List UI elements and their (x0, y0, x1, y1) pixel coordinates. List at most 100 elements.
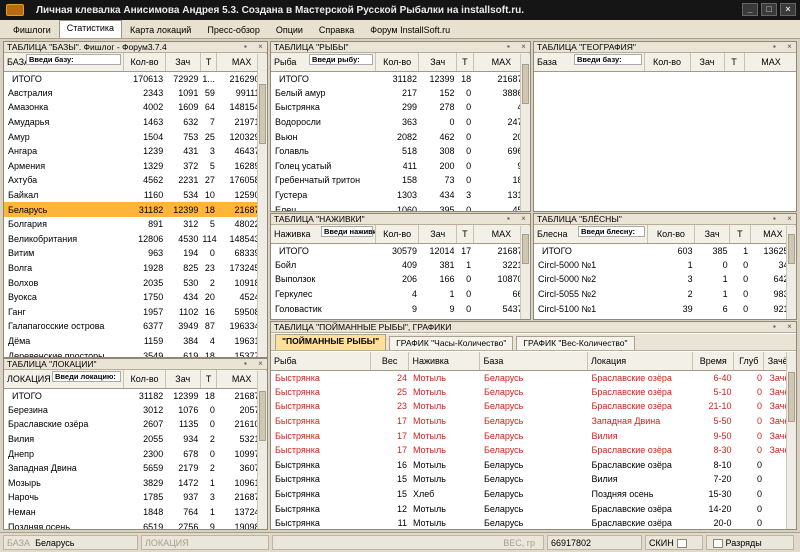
scrollbar[interactable] (257, 54, 267, 357)
col-header[interactable]: Кол-во (123, 370, 166, 389)
table-row[interactable]: Мозырь 3829 1472 1 109612 (4, 476, 267, 491)
table-row[interactable]: Западная Двина 5659 2179 2 36075 (4, 461, 267, 476)
table-row[interactable]: Деревенские просторы 3549 619 18 153776 (4, 348, 267, 357)
table-row[interactable]: Быстрянка 23 Мотыль Беларусь Браславские озё… (271, 399, 796, 414)
table-row[interactable]: Быстрянка 17 Мотыль Беларусь Западная Двина 5… (271, 414, 796, 429)
table-row[interactable]: Быстрянка299278042 (271, 100, 530, 115)
total-row[interactable]: ИТОГО 30579 12014 17 216871 (271, 243, 530, 258)
col-header[interactable]: Кол-во (375, 53, 420, 72)
table-row[interactable]: Быстрянка 11 Мотыль Беларусь Браславские озё… (271, 516, 796, 529)
table-row[interactable]: Березина 3012 1076 0 20575 (4, 403, 267, 418)
pin-icon[interactable]: ▪ (773, 214, 782, 223)
table-row[interactable]: Circl-5055 №2 2 1 0 9839 (534, 287, 796, 302)
col-header[interactable]: Рыба Введи рыбу: (271, 53, 376, 72)
table-row[interactable]: Circl-5100 №1 39 6 0 9210 (534, 301, 796, 316)
table-row[interactable]: Быстрянка 15 Хлеб Беларусь Поздняя осень 15-3… (271, 487, 796, 502)
col-header[interactable]: Т (456, 53, 474, 72)
tab-hours-chart[interactable]: ГРАФИК "Часы-Количество" (389, 336, 514, 350)
col-header[interactable]: Зач (165, 53, 201, 72)
minimize-button[interactable]: _ (742, 3, 758, 16)
col-header[interactable]: Кол-во (644, 53, 691, 72)
tab-weight-chart[interactable]: ГРАФИК "Вес-Количество" (516, 336, 635, 350)
close-icon[interactable]: × (785, 42, 794, 51)
table-row[interactable]: Галапагосские острова 6377 3949 87 1963344 (4, 319, 267, 334)
total-row[interactable]: ИТОГО 603 385 1 136253 (534, 243, 796, 258)
col-header[interactable]: Время (692, 352, 735, 371)
col-header[interactable]: MAX (744, 53, 796, 72)
scroll-thumb[interactable] (259, 391, 266, 441)
col-header[interactable]: Вес (370, 352, 410, 371)
table-row[interactable]: Поздняя осень 6519 2756 9 190986 (4, 519, 267, 529)
table-row[interactable]: Быстрянка 24 Мотыль Беларусь Браславские озё… (271, 370, 796, 385)
status-skin[interactable]: СКИН (645, 535, 703, 550)
tab-fishlogs[interactable]: Фишлоги (5, 22, 59, 38)
table-row[interactable]: Густера 1303 434 3 1310 (271, 188, 530, 203)
table-row[interactable]: Circl-5000 №2 3 1 0 6425 (534, 272, 796, 287)
col-header[interactable]: Кол-во (123, 53, 166, 72)
total-row[interactable]: ИТОГО 31182 12399 18 216871 (4, 388, 267, 403)
scroll-thumb[interactable] (788, 234, 795, 264)
table-row[interactable]: Быстрянка 17 Мотыль Беларусь Браславские озё… (271, 443, 796, 458)
col-header[interactable]: Зач (418, 225, 457, 244)
table-row[interactable]: Голец усатый411200098 (271, 159, 530, 174)
maximize-button[interactable]: □ (761, 3, 777, 16)
col-header[interactable]: Кол-во (647, 225, 696, 244)
col-header[interactable]: Наживка (408, 352, 481, 371)
col-header[interactable]: Зач (165, 370, 201, 389)
scroll-thumb[interactable] (522, 234, 529, 264)
pin-icon[interactable]: ▪ (773, 322, 782, 331)
scroll-thumb[interactable] (259, 84, 266, 144)
tab-press-review[interactable]: Пресс-обзор (199, 22, 267, 38)
col-header[interactable]: Т (456, 225, 474, 244)
table-row[interactable]: Circl-5000 №1100345 (534, 258, 796, 273)
locations-filter-input[interactable]: Введи локацию: (52, 371, 122, 382)
table-row[interactable]: Выползок 206 166 0 108705 (271, 272, 530, 287)
status-digits[interactable]: Разряды (706, 535, 794, 550)
table-row[interactable]: Ганг 1957 1102 16 595089 (4, 305, 267, 320)
table-row[interactable]: Вьюн20824620207 (271, 129, 530, 144)
close-icon[interactable]: × (519, 42, 528, 51)
table-row[interactable]: Нарочь 1785 937 3 216871 (4, 490, 267, 505)
close-icon[interactable]: × (519, 214, 528, 223)
close-icon[interactable]: × (785, 322, 794, 331)
tab-caught-fish[interactable]: "ПОЙМАННЫЕ РЫБЫ" (275, 334, 387, 350)
table-row[interactable]: Вилия 2055 934 2 53214 (4, 432, 267, 447)
table-row[interactable]: Быстрянка 17 Мотыль Беларусь Вилия 9-50 0 Зачёт (271, 428, 796, 443)
close-icon[interactable]: × (785, 214, 794, 223)
table-row[interactable]: Армения 1329 372 5 162891 (4, 159, 267, 174)
table-row[interactable]: Головастик 9 9 0 54370 (271, 301, 530, 316)
table-row[interactable]: Волхов 2035 530 2 109189 (4, 275, 267, 290)
table-row[interactable]: Неман 1848 764 1 137241 (4, 505, 267, 520)
table-row[interactable]: Бойл 409 381 1 32214 (271, 258, 530, 273)
col-header[interactable]: Зач (690, 53, 725, 72)
close-button[interactable]: × (780, 3, 796, 16)
table-row[interactable]: Браславские озёра 2607 1135 0 216108 (4, 417, 267, 432)
pin-icon[interactable]: ▪ (507, 42, 516, 51)
total-row[interactable]: ИТОГО 31182 12399 18 216871 (271, 71, 530, 86)
baits-filter-input[interactable]: Введи наживку: (321, 226, 374, 237)
close-icon[interactable]: × (256, 42, 265, 51)
pin-icon[interactable]: ▪ (773, 42, 782, 51)
col-header[interactable]: Т (729, 225, 751, 244)
table-row[interactable]: Великобритания 12806 4530 114 1485434 (4, 232, 267, 247)
scrollbar[interactable] (786, 352, 796, 529)
table-row[interactable]: Амазонка 4002 1609 64 1481543 (4, 100, 267, 115)
pin-icon[interactable]: ▪ (244, 359, 253, 368)
col-header[interactable]: Глуб (733, 352, 765, 371)
pin-icon[interactable]: ▪ (507, 214, 516, 223)
scrollbar[interactable] (786, 226, 796, 319)
table-row[interactable]: Елец10603950451 (271, 202, 530, 211)
table-row[interactable]: Геркулес410666 (271, 287, 530, 302)
fish-filter-input[interactable]: Введи рыбу: (309, 54, 373, 65)
geography-filter-input[interactable]: Введи базу: (574, 54, 642, 65)
col-header[interactable]: Блесна Введи блесну: (534, 225, 648, 244)
col-header[interactable]: База (479, 352, 588, 371)
table-row[interactable]: Гребенчатый тритон158730185 (271, 173, 530, 188)
scrollbar[interactable] (520, 54, 530, 211)
table-row[interactable]: Беларусь 31182 12399 18 216871 (4, 202, 267, 217)
table-row[interactable]: Днепр 2300 678 0 109975 (4, 446, 267, 461)
tab-options[interactable]: Опции (268, 22, 311, 38)
checkbox-icon[interactable] (713, 539, 723, 549)
tab-help[interactable]: Справка (311, 22, 362, 38)
table-row[interactable]: Амударья 1463 632 7 219713 (4, 115, 267, 130)
